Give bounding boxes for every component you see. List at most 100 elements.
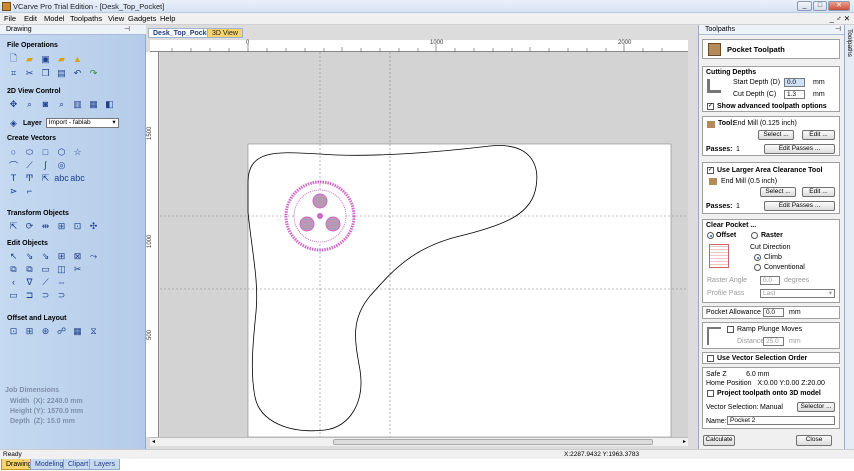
trim-icon[interactable]: ⊞ xyxy=(56,251,67,261)
start-depth-input[interactable]: 0.0 xyxy=(784,78,805,87)
raster-angle-input[interactable]: 0.0 xyxy=(760,276,780,285)
scissors-icon[interactable]: ✂ xyxy=(72,264,83,274)
edit-passes-2-button[interactable]: Edit Passes ... xyxy=(764,201,835,211)
open-folder-icon[interactable]: ▰ xyxy=(24,54,35,64)
export-icon[interactable]: ▲ xyxy=(72,54,83,64)
tool-select-button[interactable]: Select ... xyxy=(758,130,794,140)
conventional-radio[interactable] xyxy=(754,264,761,271)
project-checkbox[interactable] xyxy=(707,390,714,397)
scale-icon[interactable]: ⊡ xyxy=(72,221,83,231)
offset-icon[interactable]: ⊡ xyxy=(8,326,19,336)
star-icon[interactable]: ☆ xyxy=(72,147,83,157)
copy-icon[interactable]: ❐ xyxy=(40,68,51,78)
menu-help[interactable]: Help xyxy=(160,14,175,23)
node-edit-icon[interactable]: ⇘ xyxy=(24,251,35,261)
menu-toolpaths[interactable]: Toolpaths xyxy=(70,14,102,23)
job-setup-icon[interactable]: ⌗ xyxy=(8,68,19,78)
polygon-icon[interactable]: ⬡ xyxy=(56,147,67,157)
curve-icon[interactable]: ∫ xyxy=(40,160,51,170)
array-icon[interactable]: ⊞ xyxy=(24,326,35,336)
menu-model[interactable]: Model xyxy=(44,14,64,23)
bracket-right-2-icon[interactable]: ⊃ xyxy=(56,290,67,300)
new-file-icon[interactable]: 🗋 xyxy=(8,53,19,64)
tab-layers[interactable]: Layers xyxy=(89,458,121,470)
clearance-checkbox[interactable]: ✓ xyxy=(707,167,714,174)
save-icon[interactable]: ▣ xyxy=(40,54,51,64)
advanced-options-checkbox[interactable]: ✓ xyxy=(707,103,714,110)
align-icon[interactable]: ⊞ xyxy=(56,221,67,231)
calculate-button[interactable]: Calculate xyxy=(703,435,735,446)
undo-icon[interactable]: ↶ xyxy=(72,68,83,78)
arrows-icon[interactable]: ⇔ xyxy=(56,277,67,287)
rectangle-select-icon[interactable]: ▭ xyxy=(8,290,19,300)
view-table-icon[interactable]: ▥ xyxy=(72,99,83,109)
arc-icon[interactable]: ⌒ xyxy=(8,160,19,171)
close-button[interactable]: Close xyxy=(796,435,832,446)
ungroup-icon[interactable]: ⧉ xyxy=(24,264,35,274)
zoom-selected-icon[interactable]: ⌕ xyxy=(56,99,67,109)
import-icon[interactable]: ▰ xyxy=(56,54,67,64)
offset-radio[interactable] xyxy=(707,232,714,239)
climb-radio[interactable] xyxy=(754,254,761,261)
circle-icon[interactable]: ○ xyxy=(8,147,19,157)
raster-radio[interactable] xyxy=(751,232,758,239)
zoom-icon[interactable]: ⌕ xyxy=(24,99,35,109)
tool-edit-button[interactable]: Edit ... xyxy=(802,130,835,140)
fillet-icon[interactable]: ⌐ xyxy=(24,186,35,196)
nest-icon[interactable]: ▦ xyxy=(72,326,83,336)
ellipse-icon[interactable]: ⬭ xyxy=(24,147,35,157)
text-icon[interactable]: T xyxy=(8,173,19,183)
close-window-button[interactable]: ✕ xyxy=(828,1,850,11)
menu-file[interactable]: File xyxy=(4,14,16,23)
dimension-icon[interactable]: ⇱ xyxy=(40,173,51,183)
pin-icon[interactable]: ⊣ xyxy=(835,25,841,35)
edit-passes-button[interactable]: Edit Passes ... xyxy=(764,144,835,154)
menu-edit[interactable]: Edit xyxy=(24,14,37,23)
mdi-window-controls[interactable]: _ ♂ ✕ xyxy=(830,14,850,23)
paste-icon[interactable]: ▤ xyxy=(56,68,67,78)
toolpaths-side-tab[interactable]: Toolpaths xyxy=(844,25,854,449)
pin-icon[interactable]: ⊣ xyxy=(124,25,130,35)
view-grid-icon[interactable]: ▦ xyxy=(88,99,99,109)
selector-button[interactable]: Selector ... xyxy=(797,402,835,412)
chevron-left-icon[interactable]: ‹ xyxy=(8,277,19,287)
text-on-curve-icon[interactable]: Ͳ xyxy=(24,173,35,183)
join-icon[interactable]: ⊠ xyxy=(72,251,83,261)
fit-icon[interactable]: ⧖ xyxy=(88,326,99,336)
ramp-distance-input[interactable]: 25.0 xyxy=(763,337,784,346)
clearance-select-button[interactable]: Select ... xyxy=(760,187,796,197)
name-input[interactable]: Pocket 2 xyxy=(727,416,835,425)
minimize-button[interactable]: _ xyxy=(797,1,812,11)
drawing-canvas[interactable] xyxy=(160,52,688,437)
horizontal-scrollbar[interactable]: ◂ ▸ xyxy=(150,437,688,446)
smooth-icon[interactable]: ⟋ xyxy=(40,277,51,287)
layer-dropdown[interactable]: Import - fablab ▾ xyxy=(45,118,119,128)
group-icon[interactable]: ⧉ xyxy=(8,264,19,274)
tab-3d-view[interactable]: 3D View xyxy=(207,28,243,38)
profile-pass-dropdown[interactable]: Last ▾ xyxy=(760,289,835,298)
scroll-thumb[interactable] xyxy=(333,439,653,445)
mirror-icon[interactable]: ⇹ xyxy=(40,221,51,231)
scroll-right-icon[interactable]: ▸ xyxy=(683,438,686,445)
rectangle-icon[interactable]: □ xyxy=(40,147,51,157)
maximize-button[interactable]: □ xyxy=(813,1,827,11)
cut-icon[interactable]: ✂ xyxy=(24,68,35,78)
weld-icon[interactable]: ▭ xyxy=(40,264,51,274)
pocket-allowance-input[interactable]: 0.0 xyxy=(763,308,784,317)
close-vectors-icon[interactable]: ⤳ xyxy=(88,251,99,261)
redo-icon[interactable]: ↷ xyxy=(88,68,99,78)
vector-order-checkbox[interactable] xyxy=(707,355,714,362)
copy-along-icon[interactable]: ☍ xyxy=(56,326,67,336)
bracket-left-icon[interactable]: ⊐ xyxy=(24,290,35,300)
center-icon[interactable]: ✣ xyxy=(88,221,99,231)
interactive-select-icon[interactable]: ⇘ xyxy=(40,251,51,261)
spiral-icon[interactable]: ◎ xyxy=(56,160,67,170)
ramp-checkbox[interactable] xyxy=(727,326,734,333)
rotate-icon[interactable]: ⟳ xyxy=(24,221,35,231)
polyline-icon[interactable]: ⟋ xyxy=(24,160,35,170)
menu-view[interactable]: View xyxy=(108,14,124,23)
bend-text-icon[interactable]: abc xyxy=(70,173,85,183)
pan-icon[interactable]: ✥ xyxy=(8,99,19,109)
dogbone-icon[interactable]: ⋗ xyxy=(8,186,19,196)
chevron-down-vector-icon[interactable]: ∇ xyxy=(24,277,35,287)
